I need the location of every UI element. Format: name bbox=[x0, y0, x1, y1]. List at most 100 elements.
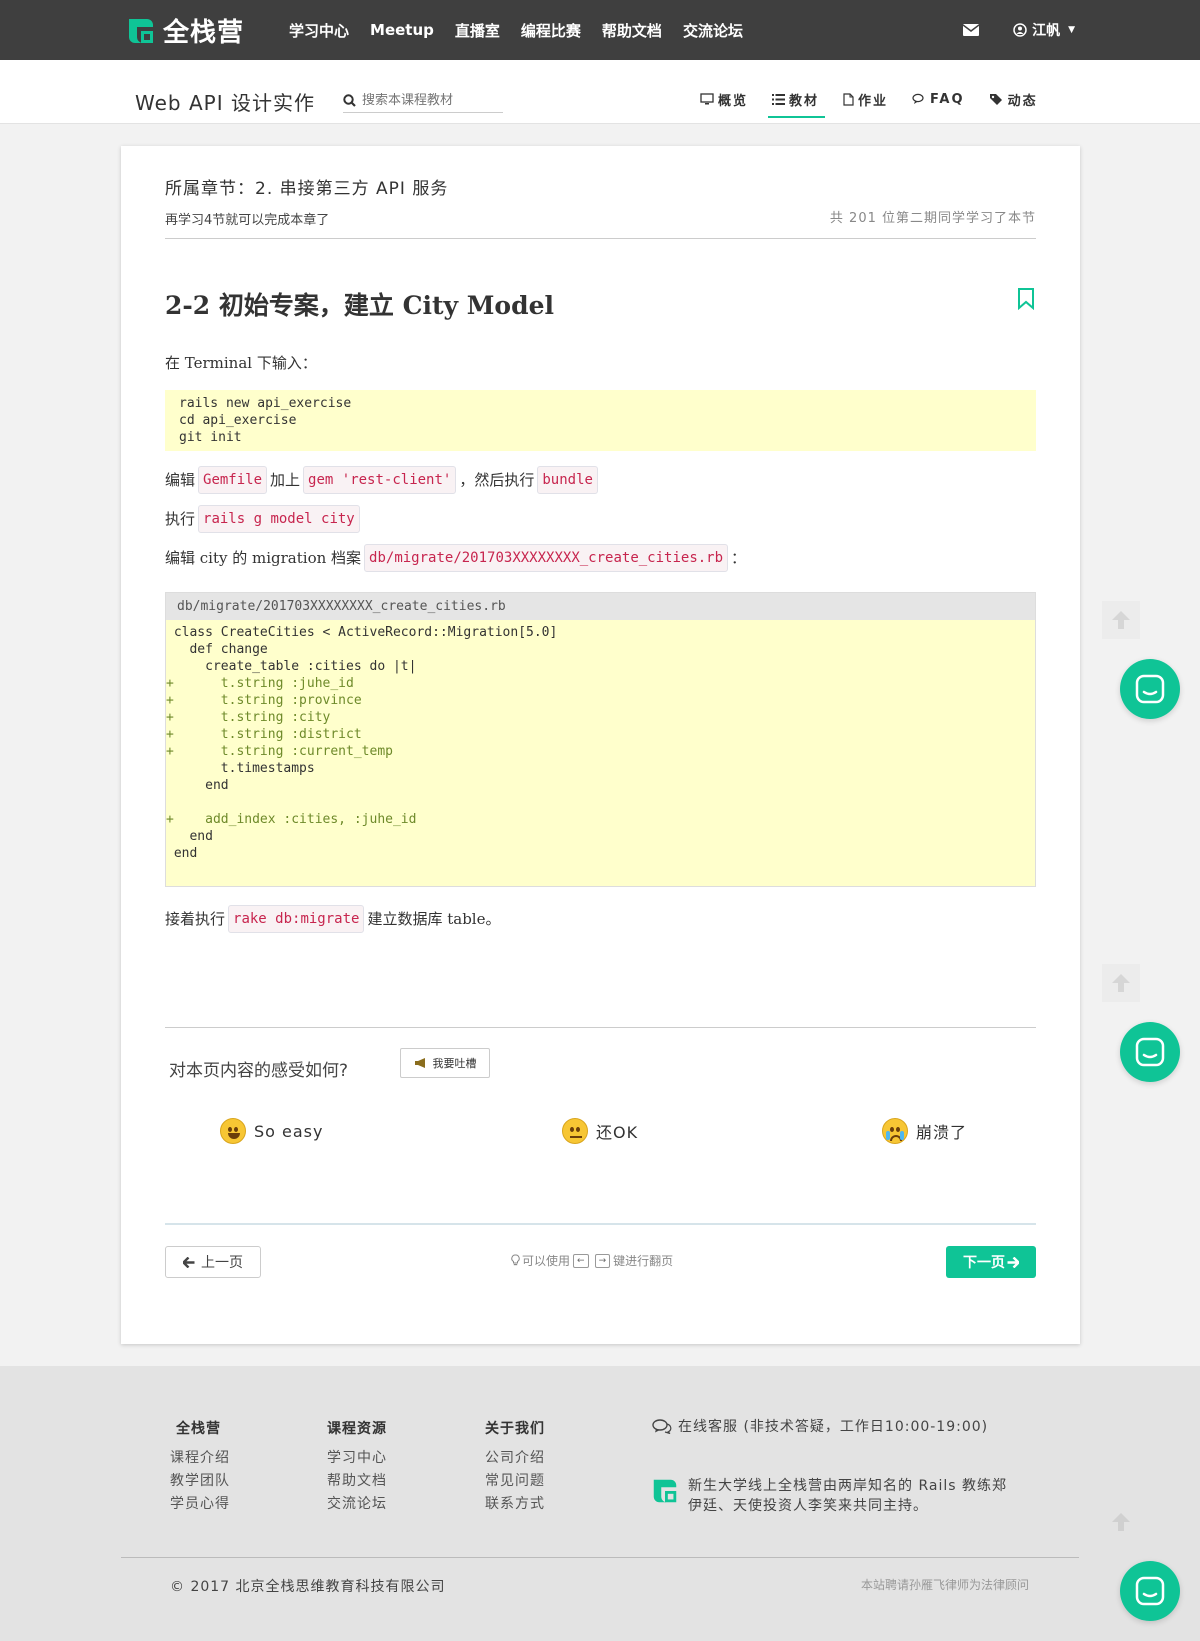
footer-link[interactable]: 帮助文档 bbox=[327, 1473, 387, 1489]
chat-bubble-icon bbox=[1135, 1576, 1165, 1606]
code-line: + t.string :current_temp bbox=[166, 744, 393, 759]
footer-col-resources: 课程资源 学习中心 帮助文档 交流论坛 bbox=[327, 1418, 387, 1516]
footer-link[interactable]: 联系方式 bbox=[485, 1496, 545, 1512]
mail-icon[interactable] bbox=[963, 24, 980, 36]
course-header: Web API 设计实作 概览 教材 作业 FAQ 动态 bbox=[0, 60, 1200, 124]
remaining-lessons: 再学习4节就可以完成本章了 bbox=[165, 213, 330, 228]
search-icon bbox=[343, 94, 356, 107]
arrow-right-icon bbox=[1007, 1256, 1019, 1268]
paragraph: 在 Terminal 下输入： bbox=[165, 354, 317, 372]
about-line: 新生大学线上全栈营由两岸知名的 Rails 教练郑 bbox=[688, 1478, 1007, 1494]
complain-label: 我要吐槽 bbox=[432, 1057, 477, 1070]
text: 编辑 city 的 migration 档案 bbox=[165, 549, 362, 567]
service-text: 在线客服 (非技术答疑，工作日10:00-19:00) bbox=[678, 1419, 989, 1435]
neutral-face-icon bbox=[562, 1118, 588, 1144]
legal-notice: 本站聘请孙雁飞律师为法律顾问 bbox=[860, 1578, 1029, 1592]
code-line: + t.string :juhe_id bbox=[166, 676, 354, 691]
code-line: end bbox=[166, 846, 198, 861]
tab-faq[interactable]: FAQ bbox=[912, 86, 965, 112]
feedback-question: 对本页内容的感受如何? bbox=[169, 1061, 349, 1081]
nav-meetup[interactable]: Meetup bbox=[370, 21, 434, 39]
footer-link[interactable]: 学员心得 bbox=[170, 1496, 230, 1512]
text: 执行 bbox=[165, 510, 196, 528]
reaction-label: So easy bbox=[254, 1121, 324, 1141]
nav-live-room[interactable]: 直播室 bbox=[455, 20, 500, 41]
next-page-label: 下一页 bbox=[963, 1255, 1005, 1271]
brand-logo[interactable]: 全栈营 bbox=[125, 12, 244, 49]
reaction-ok[interactable]: 还OK bbox=[562, 1118, 638, 1144]
text: 接着执行 bbox=[165, 910, 226, 928]
nav-contest[interactable]: 编程比赛 bbox=[521, 20, 581, 41]
code-file: db/migrate/201703XXXXXXXX_create_cities.… bbox=[165, 592, 1036, 887]
tab-activity[interactable]: 动态 bbox=[989, 86, 1038, 112]
tab-overview[interactable]: 概览 bbox=[700, 86, 748, 112]
tab-homework[interactable]: 作业 bbox=[843, 86, 888, 112]
prev-page-button[interactable]: 上一页 bbox=[165, 1246, 261, 1278]
arrow-up-icon bbox=[1110, 609, 1132, 631]
search-input[interactable] bbox=[362, 93, 492, 108]
nav-right: 江帆 ▼ bbox=[963, 0, 1075, 60]
online-service[interactable]: 在线客服 (非技术答疑，工作日10:00-19:00) bbox=[652, 1416, 988, 1436]
back-to-top-button[interactable] bbox=[1102, 964, 1140, 1002]
document-icon bbox=[843, 92, 854, 106]
chat-widget-button[interactable] bbox=[1120, 1022, 1180, 1082]
footer-col-title: 全栈营 bbox=[176, 1421, 221, 1437]
divider bbox=[165, 1027, 1036, 1028]
user-menu[interactable]: 江帆 ▼ bbox=[1013, 20, 1075, 40]
arrow-up-icon bbox=[1110, 1511, 1132, 1533]
top-navbar: 全栈营 学习中心 Meetup 直播室 编程比赛 帮助文档 交流论坛 江帆 ▼ bbox=[0, 0, 1200, 60]
main-nav: 学习中心 Meetup 直播室 编程比赛 帮助文档 交流论坛 bbox=[289, 0, 764, 60]
course-tabs: 概览 教材 作业 FAQ 动态 bbox=[700, 86, 1062, 118]
chat-bubble-icon bbox=[1135, 1037, 1165, 1067]
tab-activity-label: 动态 bbox=[1007, 93, 1038, 109]
text: 编辑 bbox=[165, 471, 196, 489]
inline-code: rake db:migrate bbox=[228, 905, 365, 933]
chat-widget-button[interactable] bbox=[1120, 659, 1180, 719]
chat-widget-button[interactable] bbox=[1120, 1561, 1180, 1621]
monitor-icon bbox=[700, 93, 714, 105]
tags-icon bbox=[989, 93, 1004, 106]
back-to-top-button[interactable] bbox=[1102, 601, 1140, 639]
reaction-label: 还OK bbox=[596, 1123, 639, 1142]
paragraph: 接着执行 rake db:migrate 建立数据库 table。 bbox=[165, 905, 1036, 933]
next-page-button[interactable]: 下一页 bbox=[946, 1246, 1036, 1278]
footer-link[interactable]: 常见问题 bbox=[485, 1473, 545, 1489]
footer-link[interactable]: 交流论坛 bbox=[327, 1496, 387, 1512]
nav-forum[interactable]: 交流论坛 bbox=[683, 20, 743, 41]
chat-icon bbox=[912, 93, 926, 105]
crying-face-icon bbox=[882, 1118, 908, 1144]
nav-learning-center[interactable]: 学习中心 bbox=[289, 20, 349, 41]
code-line: + t.string :province bbox=[166, 693, 362, 708]
reaction-crash[interactable]: 崩溃了 bbox=[882, 1118, 967, 1144]
complain-button[interactable]: 我要吐槽 bbox=[400, 1048, 490, 1078]
learner-count: 共 201 位第二期同学学习了本节 bbox=[829, 211, 1036, 226]
footer-link[interactable]: 课程介绍 bbox=[170, 1450, 230, 1466]
footer-col-brand: 全栈营 课程介绍 教学团队 学员心得 bbox=[170, 1418, 230, 1516]
code-line: create_table :cities do |t| bbox=[166, 659, 417, 674]
reaction-easy[interactable]: So easy bbox=[220, 1118, 323, 1144]
inline-code: db/migrate/201703XXXXXXXX_create_cities.… bbox=[364, 544, 729, 572]
tab-materials[interactable]: 教材 bbox=[768, 86, 826, 118]
arrow-up-icon bbox=[1110, 972, 1132, 994]
footer-link[interactable]: 教学团队 bbox=[170, 1473, 230, 1489]
copyright: © 2017 北京全栈思维教育科技有限公司 bbox=[170, 1579, 446, 1595]
code-line: git init bbox=[179, 430, 242, 445]
bookmark-icon[interactable] bbox=[1017, 288, 1035, 314]
key-right: → bbox=[594, 1253, 611, 1268]
about-line: 伊廷、天使投资人李笑来共同主持。 bbox=[688, 1498, 928, 1514]
about-text: 新生大学线上全栈营由两岸知名的 Rails 教练郑 伊廷、天使投资人李笑来共同主… bbox=[688, 1476, 1007, 1516]
footer-col-about: 关于我们 公司介绍 常见问题 联系方式 bbox=[485, 1418, 545, 1516]
back-to-top-button[interactable] bbox=[1102, 1503, 1140, 1541]
chat-bubble-icon bbox=[1135, 674, 1165, 704]
comments-icon bbox=[652, 1418, 672, 1434]
logo-icon bbox=[650, 1476, 680, 1516]
text: 加上 bbox=[270, 471, 301, 489]
footer-link[interactable]: 学习中心 bbox=[327, 1450, 387, 1466]
code-line: + add_index :cities, :juhe_id bbox=[166, 812, 417, 827]
list-icon bbox=[772, 93, 786, 105]
nav-help-docs[interactable]: 帮助文档 bbox=[602, 20, 662, 41]
footer-link[interactable]: 公司介绍 bbox=[485, 1450, 545, 1466]
user-icon bbox=[1013, 23, 1027, 37]
divider bbox=[165, 1223, 1036, 1225]
